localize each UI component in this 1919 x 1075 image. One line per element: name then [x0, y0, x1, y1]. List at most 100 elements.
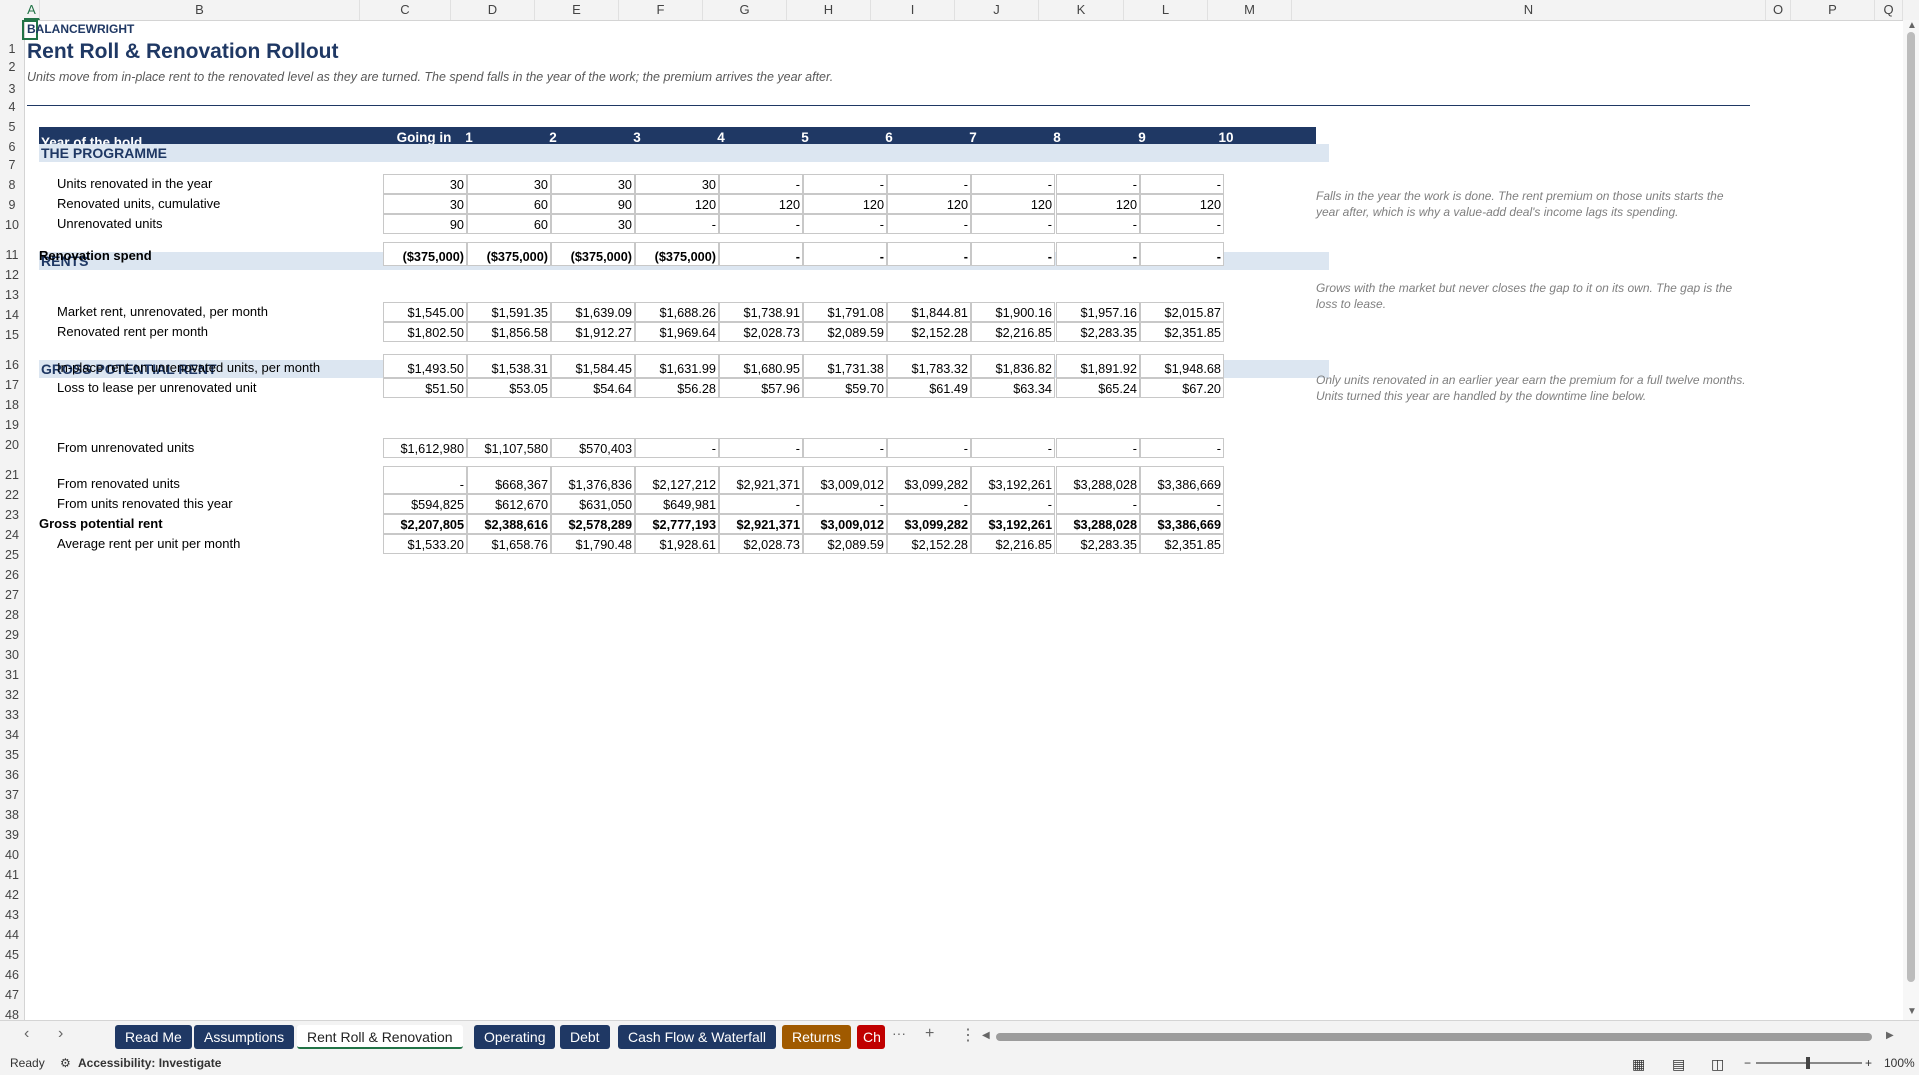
- accessibility-icon[interactable]: ⚙: [60, 1056, 71, 1070]
- table-cell[interactable]: -: [719, 438, 803, 458]
- table-cell[interactable]: $2,777,193: [635, 514, 719, 534]
- table-cell[interactable]: -: [635, 438, 719, 458]
- table-cell[interactable]: $59.70: [803, 378, 887, 398]
- table-cell[interactable]: -: [803, 494, 887, 514]
- table-cell[interactable]: $594,825: [383, 494, 467, 514]
- row-header-43[interactable]: 43: [0, 908, 24, 922]
- row-header-2[interactable]: 2: [0, 60, 24, 74]
- table-cell[interactable]: -: [719, 242, 803, 266]
- row-header-3[interactable]: 3: [0, 82, 24, 96]
- table-cell[interactable]: $1,900.16: [971, 302, 1055, 322]
- horizontal-scrollbar[interactable]: [996, 1033, 1872, 1041]
- tab-scroll-right-icon[interactable]: ›: [58, 1025, 63, 1043]
- table-cell[interactable]: $2,089.59: [803, 534, 887, 554]
- row-header-5[interactable]: 5: [0, 120, 24, 134]
- vertical-scrollbar[interactable]: ▲ ▼: [1903, 20, 1919, 1020]
- row-header-39[interactable]: 39: [0, 828, 24, 842]
- table-cell[interactable]: $1,738.91: [719, 302, 803, 322]
- table-cell[interactable]: $2,207,805: [383, 514, 467, 534]
- table-cell[interactable]: $1,791.08: [803, 302, 887, 322]
- table-cell[interactable]: $1,731.38: [803, 354, 887, 378]
- table-cell[interactable]: $2,351.85: [1140, 322, 1224, 342]
- column-header-f[interactable]: F: [619, 0, 703, 20]
- table-cell[interactable]: $3,099,282: [887, 466, 971, 494]
- table-cell[interactable]: -: [803, 242, 887, 266]
- column-header-p[interactable]: P: [1791, 0, 1875, 20]
- table-cell[interactable]: $2,015.87: [1140, 302, 1224, 322]
- row-header-4[interactable]: 4: [0, 100, 24, 114]
- sheet-tab-2[interactable]: Rent Roll & Renovation: [297, 1025, 463, 1049]
- column-header-d[interactable]: D: [451, 0, 535, 20]
- table-cell[interactable]: 30: [383, 174, 467, 194]
- row-header-30[interactable]: 30: [0, 648, 24, 662]
- column-header-l[interactable]: L: [1124, 0, 1208, 20]
- table-cell[interactable]: $3,099,282: [887, 514, 971, 534]
- row-header-44[interactable]: 44: [0, 928, 24, 942]
- table-cell[interactable]: $56.28: [635, 378, 719, 398]
- row-header-14[interactable]: 14: [0, 308, 24, 322]
- table-cell[interactable]: -: [383, 466, 467, 494]
- table-cell[interactable]: $51.50: [383, 378, 467, 398]
- table-cell[interactable]: $612,670: [467, 494, 551, 514]
- row-header-36[interactable]: 36: [0, 768, 24, 782]
- table-cell[interactable]: -: [971, 494, 1055, 514]
- table-cell[interactable]: $67.20: [1140, 378, 1224, 398]
- row-header-31[interactable]: 31: [0, 668, 24, 682]
- row-header-17[interactable]: 17: [0, 378, 24, 392]
- table-cell[interactable]: -: [1056, 214, 1140, 234]
- row-header-6[interactable]: 6: [0, 140, 24, 154]
- table-cell[interactable]: ($375,000): [635, 242, 719, 266]
- table-cell[interactable]: 30: [551, 174, 635, 194]
- table-cell[interactable]: $54.64: [551, 378, 635, 398]
- table-cell[interactable]: $2,283.35: [1056, 322, 1140, 342]
- table-cell[interactable]: ($375,000): [467, 242, 551, 266]
- row-header-25[interactable]: 25: [0, 548, 24, 562]
- column-header-q[interactable]: Q: [1875, 0, 1903, 20]
- sheet-tab-1[interactable]: Assumptions: [194, 1025, 295, 1049]
- table-cell[interactable]: $1,376,836: [551, 466, 635, 494]
- row-header-8[interactable]: 8: [0, 178, 24, 192]
- table-cell[interactable]: 60: [467, 194, 551, 214]
- table-cell[interactable]: $2,351.85: [1140, 534, 1224, 554]
- row-header-1[interactable]: 1: [0, 42, 24, 56]
- table-cell[interactable]: 60: [467, 214, 551, 234]
- table-cell[interactable]: 120: [635, 194, 719, 214]
- table-cell[interactable]: -: [971, 214, 1055, 234]
- row-header-42[interactable]: 42: [0, 888, 24, 902]
- table-cell[interactable]: $1,591.35: [467, 302, 551, 322]
- table-cell[interactable]: $1,538.31: [467, 354, 551, 378]
- normal-view-icon[interactable]: ▦: [1632, 1056, 1645, 1073]
- table-cell[interactable]: $2,216.85: [971, 534, 1055, 554]
- table-cell[interactable]: $3,288,028: [1056, 466, 1140, 494]
- table-cell[interactable]: $1,783.32: [887, 354, 971, 378]
- accessibility-status[interactable]: Accessibility: Investigate: [78, 1056, 221, 1070]
- table-cell[interactable]: 30: [467, 174, 551, 194]
- row-header-12[interactable]: 12: [0, 268, 24, 282]
- row-header-32[interactable]: 32: [0, 688, 24, 702]
- table-cell[interactable]: -: [1056, 494, 1140, 514]
- row-header-26[interactable]: 26: [0, 568, 24, 582]
- table-cell[interactable]: $1,969.64: [635, 322, 719, 342]
- row-header-15[interactable]: 15: [0, 328, 24, 342]
- column-header-o[interactable]: O: [1766, 0, 1791, 20]
- table-cell[interactable]: $1,790.48: [551, 534, 635, 554]
- table-cell[interactable]: -: [1140, 494, 1224, 514]
- column-header-k[interactable]: K: [1039, 0, 1124, 20]
- table-cell[interactable]: -: [803, 438, 887, 458]
- table-cell[interactable]: $2,028.73: [719, 322, 803, 342]
- table-cell[interactable]: $63.34: [971, 378, 1055, 398]
- table-cell[interactable]: -: [887, 494, 971, 514]
- hscroll-left-icon[interactable]: ◀: [982, 1030, 990, 1041]
- column-header-i[interactable]: I: [871, 0, 955, 20]
- row-header-38[interactable]: 38: [0, 808, 24, 822]
- table-cell[interactable]: 120: [1140, 194, 1224, 214]
- table-cell[interactable]: $1,912.27: [551, 322, 635, 342]
- worksheet-grid[interactable]: BALANCEWRIGHT Rent Roll & Renovation Rol…: [22, 20, 1904, 1020]
- row-header-33[interactable]: 33: [0, 708, 24, 722]
- table-cell[interactable]: $570,403: [551, 438, 635, 458]
- row-header-48[interactable]: 48: [0, 1008, 24, 1020]
- table-cell[interactable]: -: [719, 494, 803, 514]
- table-cell[interactable]: -: [1056, 242, 1140, 266]
- table-cell[interactable]: $1,836.82: [971, 354, 1055, 378]
- table-cell[interactable]: $53.05: [467, 378, 551, 398]
